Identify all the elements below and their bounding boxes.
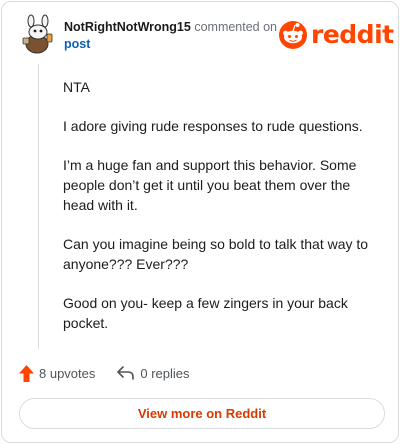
username-link[interactable]: NotRightNotWrong15 xyxy=(64,20,191,34)
commented-on-text: commented on xyxy=(194,20,278,34)
comment-paragraph: I’m a huge fan and support this behavior… xyxy=(63,157,357,213)
reply-button[interactable]: 0 replies xyxy=(117,365,190,381)
comment-paragraph: Good on you- keep a few zingers in your … xyxy=(63,295,348,331)
view-more-button[interactable]: View more on Reddit xyxy=(19,398,385,429)
upvotes-count: 8 upvotes xyxy=(39,365,96,381)
comment-header: NotRightNotWrong15 commented on post xyxy=(64,19,284,53)
upvote-arrow-icon xyxy=(19,364,34,382)
comment-paragraph: NTA xyxy=(63,79,90,95)
upvote-button[interactable]: 8 upvotes xyxy=(19,364,96,382)
reply-arrow-icon xyxy=(117,366,135,380)
thread-line xyxy=(38,64,39,349)
comment-paragraph: I adore giving rude responses to rude qu… xyxy=(63,118,363,134)
user-avatar[interactable] xyxy=(19,14,59,54)
comment-body: NTA I adore giving rude responses to rud… xyxy=(63,77,383,333)
reddit-comment-embed: NotRightNotWrong15 commented on post red… xyxy=(1,1,399,443)
reddit-logo[interactable]: reddit xyxy=(278,18,394,50)
replies-count: 0 replies xyxy=(140,365,190,381)
post-link[interactable]: post xyxy=(64,37,90,51)
comment-paragraph: Can you imagine being so bold to talk th… xyxy=(63,236,369,272)
reddit-snoo-icon xyxy=(279,21,307,49)
snoo-avatar-icon xyxy=(22,14,53,54)
reddit-wordmark: reddit xyxy=(311,19,394,49)
comment-actions: 8 upvotes 0 replies xyxy=(19,362,190,384)
